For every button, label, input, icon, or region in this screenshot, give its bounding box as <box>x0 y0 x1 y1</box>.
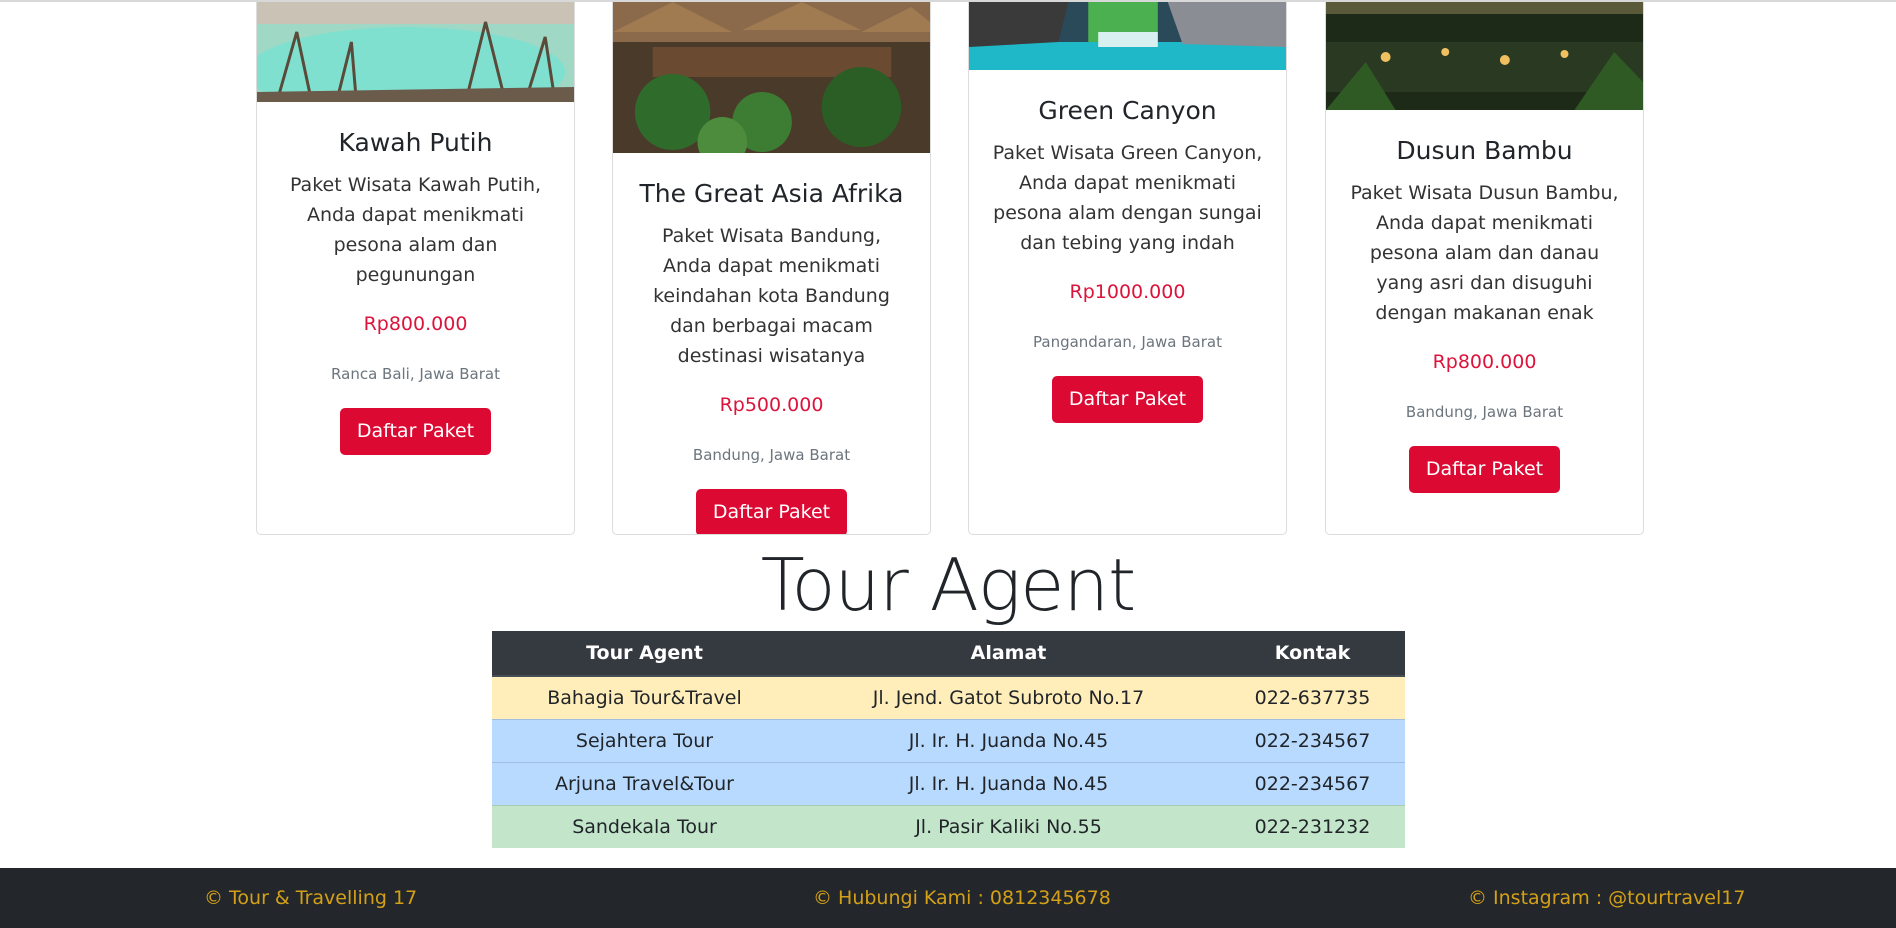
agent-address-cell: Jl. Pasir Kaliki No.55 <box>797 804 1220 848</box>
card-description: Paket Wisata Dusun Bambu, Anda dapat men… <box>1350 182 1619 324</box>
agent-name-cell: Sandekala Tour <box>492 804 797 848</box>
agent-contact-cell: 022-234567 <box>1220 761 1405 805</box>
column-header: Tour Agent <box>492 631 797 677</box>
agent-address-cell: Jl. Ir. H. Juanda No.45 <box>797 718 1220 762</box>
footer-contact: © Hubungi Kami : 0812345678 <box>813 887 1111 909</box>
package-card-great-asia-afrika: The Great Asia Afrika Paket Wisata Bandu… <box>612 2 931 535</box>
footer-instagram: © Instagram : @tourtravel17 <box>1468 887 1746 909</box>
daftar-paket-button[interactable]: Daftar Paket <box>339 408 492 455</box>
table-row: Bahagia Tour&Travel Jl. Jend. Gatot Subr… <box>492 675 1405 719</box>
agent-address-cell: Jl. Jend. Gatot Subroto No.17 <box>797 675 1220 719</box>
card-price: Rp500.000 <box>719 394 824 416</box>
tour-agent-heading: Tour Agent <box>760 543 1137 627</box>
table-row: Sejahtera Tour Jl. Ir. H. Juanda No.45 0… <box>492 718 1405 762</box>
tour-agent-table: Tour Agent Alamat Kontak Bahagia Tour&Tr… <box>492 631 1405 848</box>
agent-contact-cell: 022-637735 <box>1220 675 1405 719</box>
footer-copyright: © Tour & Travelling 17 <box>204 887 418 909</box>
dusun-bambu-image <box>1326 2 1643 110</box>
daftar-paket-button[interactable]: Daftar Paket <box>1408 446 1561 493</box>
card-location: Pangandaran, Jawa Barat <box>1033 333 1222 351</box>
card-price: Rp800.000 <box>1432 351 1537 373</box>
agent-contact-cell: 022-234567 <box>1220 718 1405 762</box>
card-location: Bandung, Jawa Barat <box>1405 403 1564 421</box>
card-title: Dusun Bambu <box>1396 136 1573 165</box>
package-card-green-canyon: Green Canyon Paket Wisata Green Canyon, … <box>968 2 1287 535</box>
card-location: Ranca Bali, Jawa Barat <box>331 365 500 383</box>
kawah-putih-image <box>257 2 574 102</box>
card-title: Green Canyon <box>1038 96 1217 125</box>
package-card-kawah-putih: Kawah Putih Paket Wisata Kawah Putih, An… <box>256 2 575 535</box>
column-header: Kontak <box>1220 631 1405 677</box>
site-footer: © Tour & Travelling 17 © Hubungi Kami : … <box>0 868 1896 928</box>
daftar-paket-button[interactable]: Daftar Paket <box>1051 376 1204 423</box>
column-header: Alamat <box>797 631 1220 677</box>
package-card-dusun-bambu: Dusun Bambu Paket Wisata Dusun Bambu, An… <box>1325 2 1644 535</box>
agent-address-cell: Jl. Ir. H. Juanda No.45 <box>797 761 1220 805</box>
card-description: Paket Wisata Kawah Putih, Anda dapat men… <box>289 174 542 286</box>
agent-name-cell: Arjuna Travel&Tour <box>492 761 797 805</box>
card-description: Paket Wisata Green Canyon, Anda dapat me… <box>992 142 1263 254</box>
card-price: Rp1000.000 <box>1069 281 1186 303</box>
agent-name-cell: Bahagia Tour&Travel <box>492 675 797 719</box>
card-description: Paket Wisata Bandung, Anda dapat menikma… <box>653 225 890 367</box>
table-row: Arjuna Travel&Tour Jl. Ir. H. Juanda No.… <box>492 761 1405 805</box>
agent-name-cell: Sejahtera Tour <box>492 718 797 762</box>
daftar-paket-button[interactable]: Daftar Paket <box>695 489 848 534</box>
green-canyon-image <box>969 2 1286 70</box>
card-location: Bandung, Jawa Barat <box>692 446 851 464</box>
card-title: The Great Asia Afrika <box>639 179 904 208</box>
table-header-row: Tour Agent Alamat Kontak <box>492 631 1405 677</box>
table-row: Sandekala Tour Jl. Pasir Kaliki No.55 02… <box>492 804 1405 848</box>
card-title: Kawah Putih <box>338 128 493 157</box>
agent-contact-cell: 022-231232 <box>1220 804 1405 848</box>
great-asia-afrika-image <box>613 2 930 153</box>
card-price: Rp800.000 <box>363 313 468 335</box>
